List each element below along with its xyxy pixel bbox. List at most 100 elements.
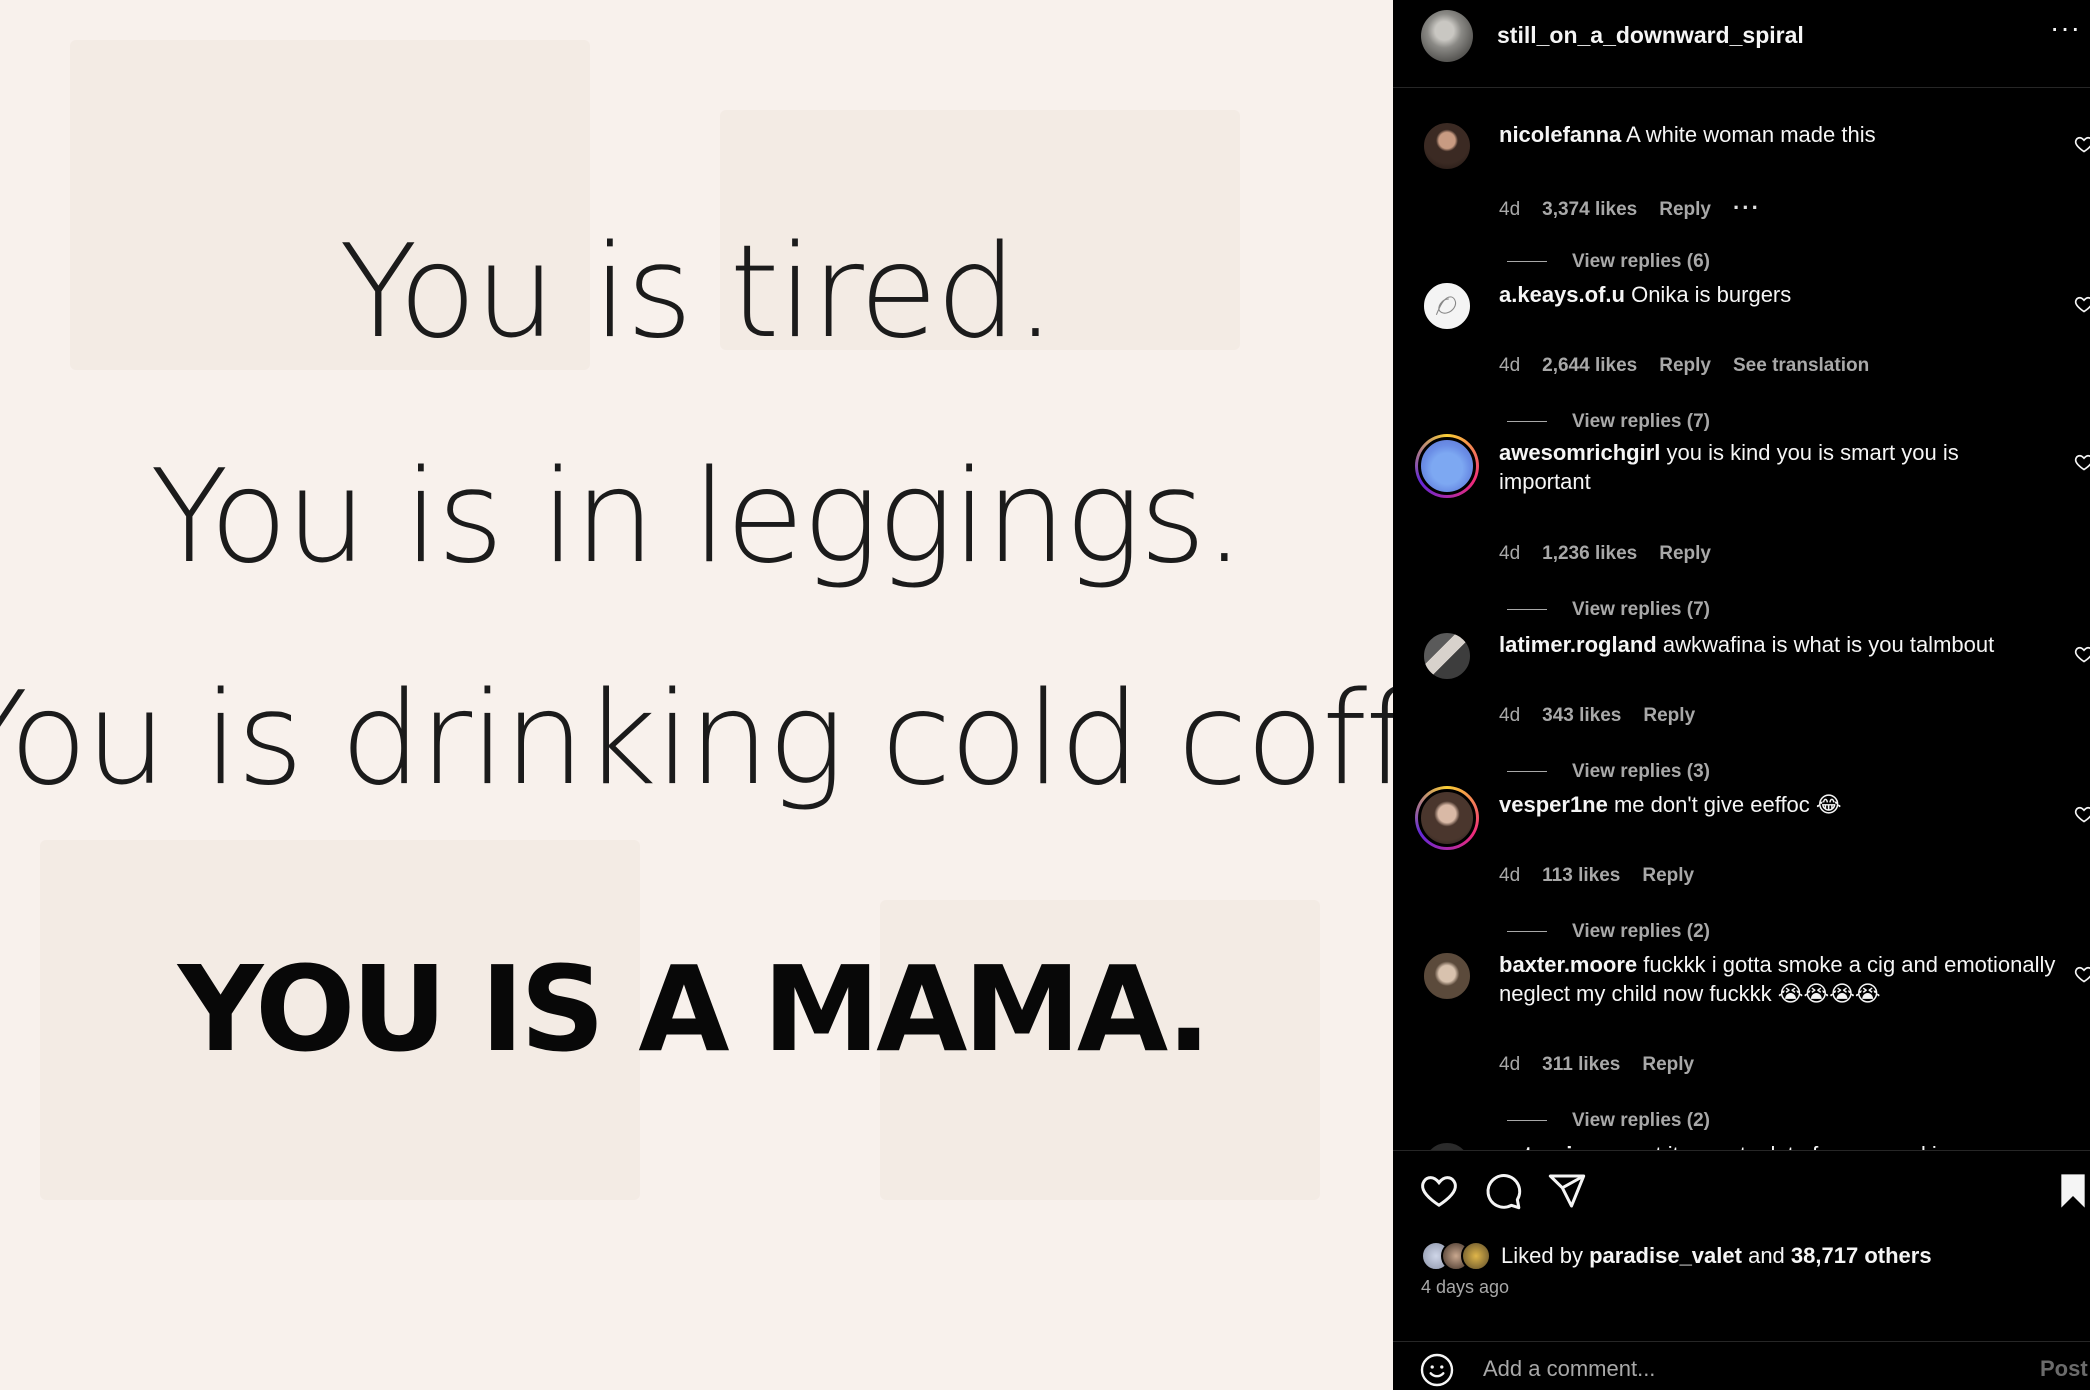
post-header: still_on_a_downward_spiral ··· xyxy=(1393,0,2090,88)
heart-outline-icon[interactable] xyxy=(2074,644,2090,664)
view-replies-button[interactable]: View replies (3) xyxy=(1507,761,1710,783)
reply-button[interactable]: Reply xyxy=(1643,705,1695,726)
liked-by-prefix: Liked by xyxy=(1501,1243,1583,1268)
avatar xyxy=(1461,1241,1491,1271)
comment-body: awesomrichgirl you is kind you is smart … xyxy=(1499,438,2029,496)
more-options-icon[interactable]: ··· xyxy=(2050,12,2090,56)
replies-divider xyxy=(1507,609,1547,611)
heart-outline-icon[interactable] xyxy=(2074,452,2090,472)
comment-more-icon[interactable]: ··· xyxy=(1733,195,1761,220)
avatar[interactable] xyxy=(1415,786,1479,850)
meme-line: You is drinking cold coffee. xyxy=(0,665,1393,814)
replies-divider xyxy=(1507,421,1547,423)
comment-age: 4d xyxy=(1499,865,1521,886)
reply-button[interactable]: Reply xyxy=(1659,355,1711,376)
comment-username[interactable]: patocri xyxy=(1499,1142,1572,1150)
liked-by-and: and xyxy=(1748,1243,1785,1268)
see-translation-button[interactable]: See translation xyxy=(1733,355,1869,376)
comment-text: Onika is burgers xyxy=(1631,282,1792,307)
reply-button[interactable]: Reply xyxy=(1642,865,1694,886)
comment-body: patocri me want it no pot a lot of sense… xyxy=(1499,1140,2029,1150)
author-username[interactable]: still_on_a_downward_spiral xyxy=(1497,22,1804,49)
post-actions: Liked by paradise_valet and 38,717 other… xyxy=(1393,1150,2090,1390)
avatar[interactable] xyxy=(1421,950,1473,1002)
comments-list[interactable]: nicolefanna A white woman made this 4d 3,… xyxy=(1393,88,2090,1150)
meme-line: You is tired. xyxy=(339,218,1056,367)
comment-age: 4d xyxy=(1499,705,1521,726)
replies-divider xyxy=(1507,771,1547,773)
comment-likes[interactable]: 311 likes xyxy=(1542,1054,1620,1075)
comment-text: A white woman made this xyxy=(1626,122,1876,147)
smiley-icon[interactable] xyxy=(1419,1352,1455,1388)
comment-likes[interactable]: 343 likes xyxy=(1542,705,1621,726)
comment-meta: 4d 113 likes Reply xyxy=(1499,865,1716,887)
share-icon[interactable] xyxy=(1547,1171,1587,1211)
comment-age: 4d xyxy=(1499,543,1521,564)
meme-line: YOU IS A MAMA. xyxy=(177,940,1211,1078)
comment-meta: 4d 343 likes Reply xyxy=(1499,705,1717,727)
view-replies-label: View replies (7) xyxy=(1572,599,1710,620)
comment-username[interactable]: nicolefanna xyxy=(1499,122,1621,147)
comment-username[interactable]: baxter.moore xyxy=(1499,952,1637,977)
view-replies-label: View replies (3) xyxy=(1572,761,1710,782)
heart-outline-icon[interactable] xyxy=(2074,294,2090,314)
comment-body: latimer.rogland awkwafina is what is you… xyxy=(1499,630,2059,659)
comment-icon[interactable] xyxy=(1483,1171,1523,1211)
view-replies-label: View replies (2) xyxy=(1572,921,1710,942)
view-replies-label: View replies (7) xyxy=(1572,411,1710,432)
avatar[interactable] xyxy=(1421,280,1473,332)
comment-username[interactable]: latimer.rogland xyxy=(1499,632,1657,657)
heart-icon[interactable] xyxy=(1419,1171,1459,1211)
view-replies-button[interactable]: View replies (7) xyxy=(1507,411,1710,433)
comment-likes[interactable]: 1,236 likes xyxy=(1542,543,1637,564)
liked-by-text: Liked by paradise_valet and 38,717 other… xyxy=(1501,1243,1932,1269)
reply-button[interactable]: Reply xyxy=(1659,543,1711,564)
post-sidebar: still_on_a_downward_spiral ··· nicolefan… xyxy=(1393,0,2090,1390)
comment-age: 4d xyxy=(1499,199,1521,220)
comment-input[interactable] xyxy=(1483,1352,1983,1386)
comment-likes[interactable]: 2,644 likes xyxy=(1542,355,1637,376)
replies-divider xyxy=(1507,1120,1547,1122)
comment-age: 4d xyxy=(1499,355,1521,376)
view-replies-label: View replies (2) xyxy=(1572,1110,1710,1131)
avatar[interactable] xyxy=(1421,10,1473,62)
comment-body: nicolefanna A white woman made this xyxy=(1499,120,2029,149)
meme-line: You is in leggings. xyxy=(150,443,1244,592)
reply-button[interactable]: Reply xyxy=(1659,199,1711,220)
comment-text: awkwafina is what is you talmbout xyxy=(1662,632,1995,657)
sketch-avatar-icon xyxy=(1435,296,1457,316)
post-date: 4 days ago xyxy=(1421,1277,1510,1297)
avatar[interactable] xyxy=(1421,1140,1473,1150)
comment-meta: 4d 1,236 likes Reply xyxy=(1499,543,1733,565)
view-replies-button[interactable]: View replies (6) xyxy=(1507,251,1710,273)
comment-age: 4d xyxy=(1499,1054,1521,1075)
comment-bar: Post xyxy=(1393,1341,2090,1390)
avatar[interactable] xyxy=(1421,630,1473,682)
view-replies-button[interactable]: View replies (2) xyxy=(1507,1110,1710,1132)
bookmark-icon[interactable] xyxy=(2053,1171,2090,1211)
comment-likes[interactable]: 113 likes xyxy=(1542,865,1620,886)
comment-username[interactable]: a.keays.of.u xyxy=(1499,282,1625,307)
avatar[interactable] xyxy=(1421,120,1473,172)
view-replies-label: View replies (6) xyxy=(1572,251,1710,272)
heart-outline-icon[interactable] xyxy=(2074,804,2090,824)
heart-outline-icon[interactable] xyxy=(2074,964,2090,984)
view-replies-button[interactable]: View replies (2) xyxy=(1507,921,1710,943)
comment-username[interactable]: awesomrichgirl xyxy=(1499,440,1660,465)
reply-button[interactable]: Reply xyxy=(1642,1054,1694,1075)
comment-body: a.keays.of.u Onika is burgers xyxy=(1499,280,2029,309)
comment-body: vesper1ne me don't give eeffoc 😂 xyxy=(1499,790,2029,819)
post-comment-button[interactable]: Post xyxy=(2040,1356,2090,1382)
avatar[interactable] xyxy=(1415,434,1479,498)
comment-text: me want it no pot a lot of sense and is xyxy=(1578,1142,1947,1150)
comment-meta: 4d 3,374 likes Reply ··· xyxy=(1499,195,1783,221)
heart-outline-icon[interactable] xyxy=(2074,134,2090,154)
comment-body: baxter.moore fuckkk i gotta smoke a cig … xyxy=(1499,950,2059,1008)
comment-meta: 4d 311 likes Reply xyxy=(1499,1054,1716,1076)
post-image[interactable]: You is tired. You is in leggings. You is… xyxy=(0,0,1393,1390)
liked-by-others[interactable]: 38,717 others xyxy=(1791,1243,1932,1268)
view-replies-button[interactable]: View replies (7) xyxy=(1507,599,1710,621)
liked-by-user[interactable]: paradise_valet xyxy=(1589,1243,1742,1268)
comment-username[interactable]: vesper1ne xyxy=(1499,792,1608,817)
comment-likes[interactable]: 3,374 likes xyxy=(1542,199,1637,220)
